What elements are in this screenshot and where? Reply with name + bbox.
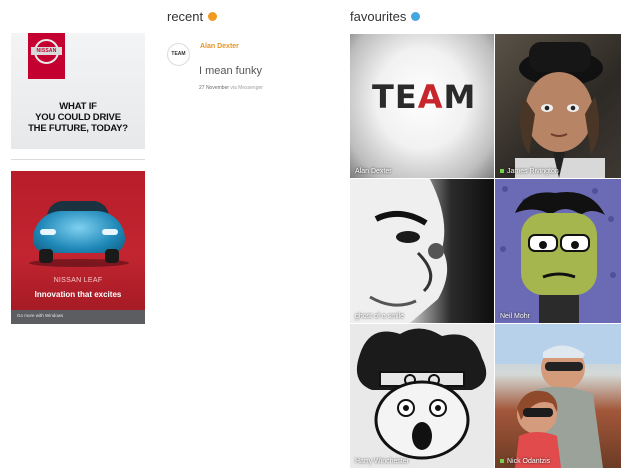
add-favourite-icon[interactable] [411, 12, 421, 22]
favourite-tile-harry-winchester[interactable]: Harry Winchester [350, 324, 494, 468]
avatar-photo [500, 186, 616, 323]
ad-model-name: NISSAN LEAF [53, 277, 103, 284]
recent-header[interactable]: recent [167, 9, 218, 25]
avatar-photo [515, 42, 605, 178]
favourite-tile-james-rivington[interactable]: James Rivington [495, 34, 621, 178]
favourite-name: Harry Winchester [355, 458, 410, 465]
online-status-icon [500, 459, 504, 464]
nissan-logo: NISSAN [28, 33, 65, 79]
favourite-tile-alan-dexter[interactable]: TEAM Alan Dexter [350, 34, 494, 178]
nissan-logo-text: NISSAN [31, 47, 62, 55]
avatar-photo [495, 324, 621, 468]
recent-title: recent [167, 9, 204, 24]
ad-tagline: Innovation that excites [34, 290, 122, 299]
team-logo: TEAM [372, 78, 477, 116]
nissan-ad-top[interactable]: NISSAN WHAT IF YOU COULD DRIVE THE FUTUR… [11, 33, 145, 149]
favourite-name: Neil Mohr [500, 313, 530, 320]
favourite-name: Nick Odantzis [500, 458, 550, 465]
avatar: TEAM [167, 43, 190, 66]
recent-conversation-item[interactable]: TEAM Alan Dexter I mean funky 27 Novembe… [165, 40, 335, 100]
favourite-name: Alan Dexter [355, 168, 392, 175]
avatar-photo [350, 179, 448, 323]
avatar-photo [356, 328, 487, 460]
message-meta: 27 November via Messenger [199, 85, 263, 91]
favourite-name: ghost of a smile [355, 313, 405, 320]
online-status-icon [500, 169, 504, 174]
ad-footer: Go more with Windows [11, 310, 145, 324]
recent-indicator-icon [208, 12, 218, 22]
favourite-name: James Rivington [500, 168, 559, 175]
nissan-ad-bottom[interactable]: NISSAN LEAF Innovation that excites Go m… [11, 171, 145, 324]
favourites-header[interactable]: favourites [350, 9, 421, 25]
message-preview: I mean funky [199, 65, 262, 77]
ad-headline: WHAT IF YOU COULD DRIVE THE FUTURE, TODA… [28, 101, 128, 134]
contact-name: Alan Dexter [200, 43, 239, 50]
ad-footer-text: Go more with Windows [17, 313, 64, 318]
favourites-title: favourites [350, 9, 407, 24]
favourite-tile-ghost-of-a-smile[interactable]: ghost of a smile [350, 179, 494, 323]
ad-divider [11, 159, 145, 160]
favourite-tile-nick-odantzis[interactable]: Nick Odantzis [495, 324, 621, 468]
message-date: 27 November [199, 85, 230, 91]
message-via: via Messenger [230, 85, 263, 91]
favourite-tile-neil-mohr[interactable]: Neil Mohr [495, 179, 621, 323]
